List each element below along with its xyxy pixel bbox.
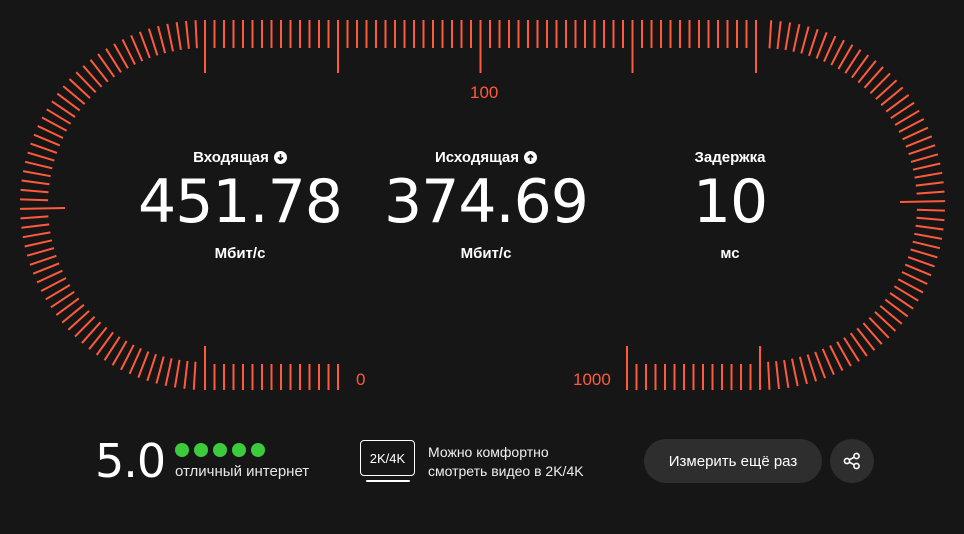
dial-tick: [183, 360, 189, 389]
dial-tick: [775, 361, 780, 390]
video-quality-badge: 2K/4K: [360, 440, 415, 476]
video-description: Можно комфортно смотреть видео в 2K/4K: [428, 444, 584, 479]
dial-tick: [907, 256, 935, 268]
dial-tick: [916, 208, 945, 212]
dial-tick: [146, 353, 157, 382]
latency-unit: мс: [720, 245, 740, 262]
dial-tick: [768, 20, 773, 49]
download-title: Входящая: [110, 147, 370, 167]
dial-tick: [915, 181, 944, 187]
dial-tick: [916, 216, 945, 222]
retry-button[interactable]: Измерить ещё раз: [644, 439, 822, 483]
rating-score: 5.0: [95, 434, 166, 488]
dial-tick: [175, 22, 182, 51]
tv-stand-icon: [366, 480, 410, 482]
dial-tick: [30, 142, 58, 154]
dial-tick: [792, 23, 801, 52]
scale-label-top: 100: [470, 83, 499, 102]
dial-tick: [29, 254, 57, 266]
share-icon: [843, 452, 860, 470]
dial-tick: [27, 151, 55, 162]
dial-tick: [784, 22, 792, 51]
dial-tick: [185, 20, 190, 49]
dial-tick: [130, 35, 144, 62]
dial-tick: [791, 358, 799, 387]
dial-tick: [137, 351, 150, 378]
dial-tick: [138, 31, 151, 59]
dial-tick: [32, 262, 60, 275]
dial-tick: [166, 23, 174, 52]
dial-tick: [798, 356, 808, 385]
dial-tick: [910, 248, 938, 259]
dial-tick: [767, 361, 771, 390]
dial-tick: [902, 126, 929, 141]
dial-tick: [823, 35, 837, 63]
upload-title: Исходящая: [356, 147, 616, 167]
dial-tick: [24, 239, 53, 248]
dial-tick: [128, 347, 142, 375]
rating-dot: [213, 443, 227, 457]
dial-tick: [912, 240, 941, 250]
dial-tick: [26, 247, 55, 257]
dial-tick: [20, 198, 49, 202]
dial-tick: [814, 351, 827, 379]
rating-text: отличный интернет: [175, 463, 310, 480]
latency-title: Задержка: [694, 148, 766, 166]
rating-dot: [194, 443, 208, 457]
dial-tick: [912, 162, 941, 171]
dial-tick: [800, 26, 810, 54]
dial-tick: [815, 32, 828, 59]
dial-tick: [21, 223, 50, 229]
dial-tick: [915, 224, 944, 231]
dial-tick: [19, 207, 66, 210]
dial-tick: [821, 348, 835, 375]
upload-value: 374.69: [384, 167, 589, 237]
dial-tick: [21, 179, 50, 186]
dial-tick: [164, 358, 173, 387]
dial-tick: [24, 160, 53, 170]
upload-metric: Исходящая 374.69 Мбит/с: [356, 147, 616, 263]
dial-tick: [20, 188, 49, 194]
dial-tick: [20, 215, 49, 220]
dial-tick: [905, 135, 933, 148]
rating-dots: [175, 443, 265, 457]
rating-dot: [175, 443, 189, 457]
download-unit: Мбит/с: [214, 245, 266, 262]
scale-label-left: 0: [356, 370, 366, 389]
dial-tick: [22, 231, 51, 239]
dial-tick: [914, 171, 943, 179]
dial-tick: [192, 361, 197, 390]
rating-dot: [251, 443, 265, 457]
dial-tick: [783, 359, 790, 388]
latency-value: 10: [692, 167, 768, 237]
dial-tick: [147, 28, 159, 56]
rating-dot: [232, 443, 246, 457]
upload-unit: Мбит/с: [460, 245, 512, 262]
dial-tick: [157, 25, 167, 54]
dial-tick: [910, 153, 939, 163]
scale-label-right: 1000: [573, 370, 611, 389]
share-button[interactable]: [830, 439, 874, 483]
dial-tick: [914, 232, 943, 240]
dial-tick: [776, 21, 782, 50]
dial-tick: [173, 359, 181, 388]
dial-tick: [155, 356, 165, 384]
download-metric: Входящая 451.78 Мбит/с: [110, 147, 370, 263]
dial-tick: [33, 133, 61, 147]
dial-tick: [36, 269, 63, 284]
arrow-up-icon: [524, 150, 538, 164]
dial-tick: [22, 170, 51, 178]
dial-tick: [806, 354, 818, 382]
latency-metric: Задержка 10 мс: [600, 147, 860, 263]
dial-tick: [899, 200, 946, 203]
dial-tick: [808, 28, 819, 57]
dial-tick: [916, 190, 945, 195]
download-value: 451.78: [138, 167, 343, 237]
arrow-down-icon: [273, 150, 287, 164]
dial-tick: [908, 144, 936, 156]
dial-tick: [194, 20, 198, 49]
dial-tick: [904, 263, 932, 277]
